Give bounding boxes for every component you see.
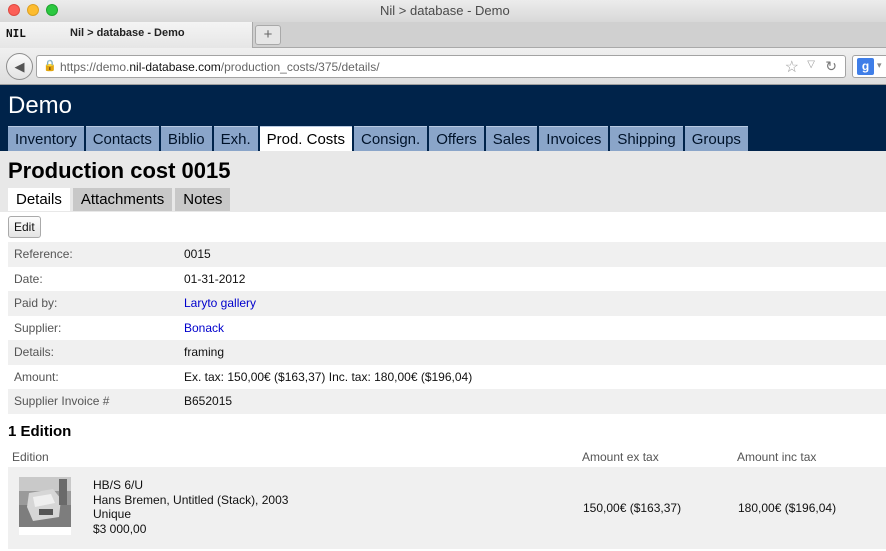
browser-tab-title: Nil > database - Demo bbox=[70, 27, 185, 39]
edition-amount-inc-tax: 180,00€ ($196,04) bbox=[738, 501, 837, 515]
detail-value: Ex. tax: 150,00€ ($163,37) Inc. tax: 180… bbox=[184, 369, 473, 384]
tab-attachments[interactable]: Attachments bbox=[72, 188, 173, 211]
detail-link[interactable]: Laryto gallery bbox=[184, 291, 256, 316]
nav-item-exh[interactable]: Exh. bbox=[213, 126, 258, 151]
url-domain: nil-database.com bbox=[129, 60, 221, 74]
detail-row: Paid by: Laryto gallery bbox=[8, 291, 886, 316]
inc-tax-column-header: Amount inc tax bbox=[737, 450, 817, 464]
detail-label: Supplier: bbox=[14, 320, 62, 335]
detail-link[interactable]: Bonack bbox=[184, 316, 224, 341]
edition-code: HB/S 6/U bbox=[93, 478, 144, 492]
editions-title: 1 Edition bbox=[8, 423, 72, 440]
nav-item-offers[interactable]: Offers bbox=[429, 126, 484, 151]
edition-type: Unique bbox=[93, 507, 132, 521]
editions-header: Edition Amount ex tax Amount inc tax bbox=[8, 448, 886, 467]
url-path: /production_costs/375/details/ bbox=[220, 60, 380, 74]
detail-row: Supplier Invoice # B652015 bbox=[8, 389, 886, 414]
detail-label: Details: bbox=[14, 345, 55, 359]
edition-price: $3 000,00 bbox=[93, 521, 147, 536]
details-table: Reference: 0015 Date: 01-31-2012 Paid by: Lar… bbox=[8, 242, 886, 414]
url-prefix: https://demo. bbox=[60, 60, 130, 74]
google-icon[interactable]: g bbox=[857, 58, 874, 75]
detail-row: Reference: 0015 bbox=[8, 242, 886, 267]
search-engine-dropdown-icon[interactable]: ▾ bbox=[877, 60, 882, 71]
nav-item-consign[interactable]: Consign. bbox=[353, 126, 428, 151]
tab-details[interactable]: Details bbox=[8, 188, 70, 211]
detail-row: Supplier: Bonack bbox=[8, 316, 886, 341]
page-content: Production cost 0015 Details Attachments N… bbox=[0, 151, 886, 551]
edition-column-header: Edition bbox=[12, 450, 49, 464]
detail-label: Paid by: bbox=[14, 296, 58, 310]
detail-value: 0015 bbox=[184, 247, 211, 261]
reload-icon[interactable]: ↻ bbox=[825, 58, 837, 75]
main-nav: Inventory Contacts Biblio Exh. Prod. Costs Co… bbox=[8, 126, 750, 151]
edition-row[interactable]: HB/S 6/U Hans Bremen, Untitled (Stack), … bbox=[8, 467, 886, 549]
detail-row: Details: framing bbox=[8, 340, 886, 365]
artwork-thumbnail[interactable] bbox=[19, 477, 71, 535]
browser-tab[interactable]: NIL Nil > database - Demo bbox=[0, 22, 253, 48]
dropdown-icon[interactable]: ▽ bbox=[807, 59, 815, 70]
address-bar[interactable]: 🔒 https://demo.nil-database.com/producti… bbox=[36, 55, 846, 78]
detail-value: framing bbox=[184, 345, 225, 359]
edition-artwork: Hans Bremen, Untitled (Stack), 2003 bbox=[93, 492, 289, 507]
detail-label: Date: bbox=[14, 271, 43, 286]
detail-row: Amount: Ex. tax: 150,00€ ($163,37) Inc. t… bbox=[8, 365, 886, 390]
url-text[interactable]: https://demo.nil-database.com/production… bbox=[60, 60, 380, 74]
detail-label: Reference: bbox=[14, 247, 73, 261]
search-bar[interactable]: g ▾ bbox=[852, 55, 886, 78]
nav-item-invoices[interactable]: Invoices bbox=[539, 126, 609, 151]
browser-tabbar: NIL Nil > database - Demo + bbox=[0, 22, 886, 48]
nav-item-prod-costs[interactable]: Prod. Costs bbox=[259, 126, 352, 151]
window-titlebar: Nil > database - Demo bbox=[0, 0, 886, 22]
edition-amount-ex-tax: 150,00€ ($163,37) bbox=[583, 501, 682, 515]
site-title: Demo bbox=[8, 92, 73, 119]
detail-tabs: Details Attachments Notes bbox=[8, 188, 233, 211]
content-body: Edit Reference: 0015 Date: 01-31-2012 Paid b… bbox=[0, 212, 886, 551]
window-title: Nil > database - Demo bbox=[380, 3, 510, 18]
detail-label: Supplier Invoice # bbox=[14, 394, 110, 408]
edit-button[interactable]: Edit bbox=[8, 216, 41, 238]
site-header: Demo Inventory Contacts Biblio Exh. Prod. Co… bbox=[0, 85, 886, 151]
site-favicon: NIL bbox=[6, 27, 26, 40]
nav-item-sales[interactable]: Sales bbox=[485, 126, 538, 151]
tab-notes[interactable]: Notes bbox=[175, 188, 231, 211]
detail-row: Date: 01-31-2012 bbox=[8, 267, 886, 292]
back-arrow-icon: ◀ bbox=[14, 59, 25, 74]
detail-value: 01-31-2012 bbox=[184, 271, 246, 286]
nav-item-inventory[interactable]: Inventory bbox=[8, 126, 84, 151]
back-button[interactable]: ◀ bbox=[6, 53, 33, 80]
lock-icon: 🔒 bbox=[43, 60, 57, 72]
ex-tax-column-header: Amount ex tax bbox=[582, 450, 659, 464]
detail-value: B652015 bbox=[184, 394, 233, 408]
new-tab-button[interactable]: + bbox=[255, 25, 281, 45]
nav-item-shipping[interactable]: Shipping bbox=[610, 126, 683, 151]
nav-item-biblio[interactable]: Biblio bbox=[160, 126, 212, 151]
page-title: Production cost 0015 bbox=[8, 158, 231, 183]
detail-label: Amount: bbox=[14, 369, 59, 384]
browser-toolbar: ◀ 🔒 https://demo.nil-database.com/produc… bbox=[0, 48, 886, 85]
nav-item-groups[interactable]: Groups bbox=[684, 126, 748, 151]
edition-info: HB/S 6/U Hans Bremen, Untitled (Stack), … bbox=[93, 478, 288, 536]
star-icon[interactable]: ☆ bbox=[785, 57, 799, 77]
nav-item-contacts[interactable]: Contacts bbox=[85, 126, 159, 151]
